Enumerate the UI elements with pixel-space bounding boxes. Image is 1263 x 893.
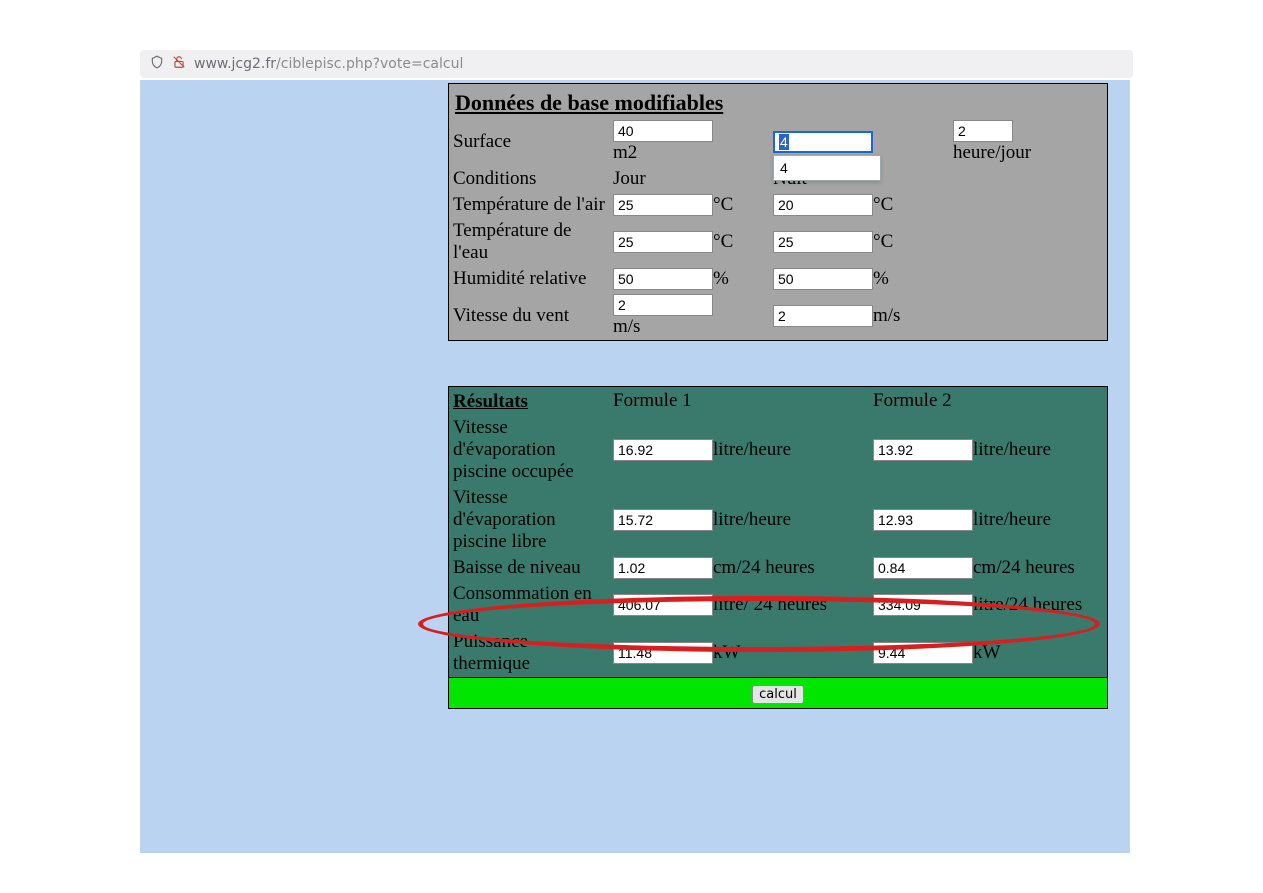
- teau-day-input[interactable]: [613, 231, 713, 253]
- pth-f1[interactable]: [613, 642, 713, 664]
- evap-lib-f1[interactable]: [613, 509, 713, 531]
- calcul-button[interactable]: calcul: [752, 685, 804, 704]
- hum-label: Humidité relative: [449, 266, 609, 292]
- results-title: Résultats: [449, 387, 609, 415]
- tair-label: Température de l'air: [449, 192, 609, 218]
- formula1-header: Formule 1: [609, 387, 869, 415]
- evap-occ-label: Vitesse d'évaporation piscine occupée: [449, 415, 609, 485]
- evap-occ-f1[interactable]: [613, 439, 713, 461]
- url-text: www.jcg2.fr/ciblepisc.php?vote=calcul: [194, 56, 463, 72]
- shield-icon: [150, 55, 164, 73]
- surface-input[interactable]: [613, 120, 713, 142]
- baisse-f2[interactable]: [873, 557, 973, 579]
- input-panel: Données de base modifiables Surface m2 4…: [448, 83, 1108, 341]
- vent-label: Vitesse du vent: [449, 292, 609, 340]
- tair-night-input[interactable]: [773, 194, 873, 216]
- baisse-label: Baisse de niveau: [449, 555, 609, 581]
- results-panel: Résultats Formule 1 Formule 2 Vitesse d'…: [448, 386, 1108, 678]
- conditions-day: Jour: [609, 166, 769, 192]
- conso-label: Consommation en eau: [449, 581, 609, 629]
- lock-slash-icon: [172, 55, 186, 73]
- address-bar[interactable]: www.jcg2.fr/ciblepisc.php?vote=calcul: [140, 50, 1133, 78]
- vent-night-input[interactable]: [773, 305, 873, 327]
- col2-select-dropdown[interactable]: 4: [773, 155, 881, 181]
- evap-occ-f2[interactable]: [873, 439, 973, 461]
- tair-day-input[interactable]: [613, 194, 713, 216]
- calc-row: calcul: [448, 678, 1108, 709]
- hours-input[interactable]: [953, 120, 1013, 142]
- formula2-header: Formule 2: [869, 387, 1107, 415]
- page-background: Données de base modifiables Surface m2 4…: [140, 80, 1130, 853]
- teau-label: Température de l'eau: [449, 218, 609, 266]
- teau-night-input[interactable]: [773, 231, 873, 253]
- conso-f2[interactable]: [873, 594, 973, 616]
- pth-f2[interactable]: [873, 642, 973, 664]
- conditions-label: Conditions: [449, 166, 609, 192]
- pth-label: Puissance thermique: [449, 629, 609, 677]
- evap-lib-label: Vitesse d'évaporation piscine libre: [449, 485, 609, 555]
- input-panel-title: Données de base modifiables: [449, 84, 1107, 118]
- col2-select-input[interactable]: 4: [773, 131, 873, 153]
- hours-unit: heure/jour: [953, 142, 1031, 163]
- conso-f1[interactable]: [613, 594, 713, 616]
- evap-lib-f2[interactable]: [873, 509, 973, 531]
- vent-day-input[interactable]: [613, 294, 713, 316]
- baisse-f1[interactable]: [613, 557, 713, 579]
- surface-label: Surface: [449, 118, 609, 166]
- surface-unit: m2: [613, 142, 637, 163]
- hum-day-input[interactable]: [613, 268, 713, 290]
- hum-night-input[interactable]: [773, 268, 873, 290]
